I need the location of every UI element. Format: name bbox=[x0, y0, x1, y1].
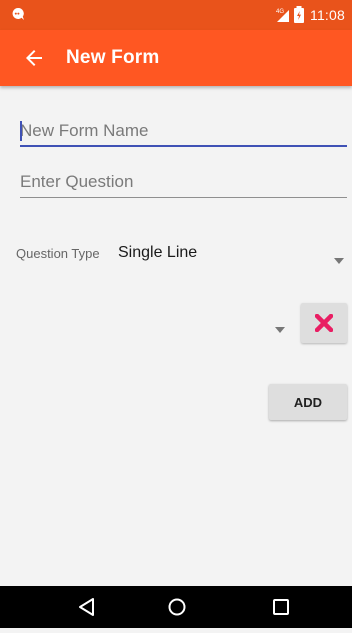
question-field[interactable] bbox=[20, 168, 347, 198]
signal-icon: 4G bbox=[276, 7, 290, 28]
form-name-input[interactable] bbox=[20, 117, 347, 145]
text-caret bbox=[20, 121, 22, 141]
arrow-back-icon[interactable] bbox=[22, 46, 46, 70]
status-time: 11:08 bbox=[310, 7, 345, 23]
form-name-underline bbox=[20, 145, 347, 147]
notification-icon bbox=[10, 6, 26, 27]
battery-icon bbox=[293, 6, 305, 28]
network-type-label: 4G bbox=[276, 9, 284, 15]
question-underline bbox=[20, 197, 347, 198]
form-name-field[interactable] bbox=[20, 117, 347, 147]
option-dropdown-arrow-icon[interactable] bbox=[275, 320, 285, 338]
question-type-spinner[interactable]: Single Line bbox=[118, 244, 197, 262]
question-type-label: Question Type bbox=[16, 246, 100, 261]
page-title: New Form bbox=[66, 47, 160, 68]
add-button[interactable]: ADD bbox=[269, 384, 347, 420]
home-circle-icon[interactable] bbox=[167, 586, 187, 628]
app-bar: New Form bbox=[0, 30, 352, 86]
close-icon bbox=[315, 314, 333, 332]
navigation-bar bbox=[0, 586, 352, 628]
question-input[interactable] bbox=[20, 168, 347, 196]
dropdown-arrow-icon[interactable] bbox=[334, 251, 344, 269]
recents-square-icon[interactable] bbox=[272, 586, 290, 628]
status-bar: 4G 11:08 bbox=[0, 0, 352, 30]
back-triangle-icon[interactable] bbox=[78, 586, 96, 628]
remove-option-button[interactable] bbox=[301, 303, 347, 343]
